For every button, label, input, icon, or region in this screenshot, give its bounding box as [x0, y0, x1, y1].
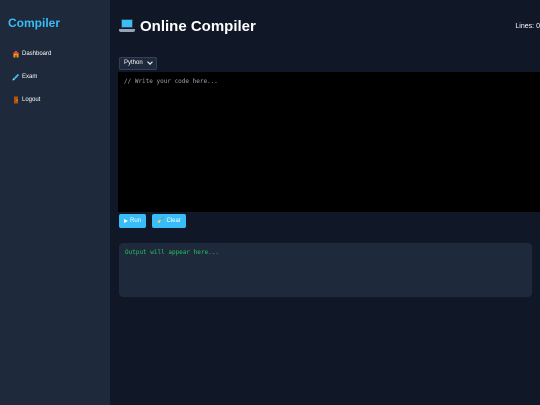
main-content: Online Compiler Lines: 0 Python Run 🧹 Cl…	[110, 0, 540, 405]
clear-button-label: Clear	[166, 217, 181, 224]
language-select[interactable]: Python	[119, 56, 157, 70]
broom-icon: 🧹	[157, 217, 165, 224]
sidebar-item-label: Logout	[22, 97, 41, 103]
line-counter-value: 0	[536, 22, 540, 30]
laptop-icon	[119, 19, 135, 33]
language-select-value: Python	[124, 60, 143, 66]
output-panel: Output will appear here...	[119, 242, 532, 297]
output-text: Output will appear here...	[125, 248, 219, 256]
title-wrap: Online Compiler	[119, 18, 256, 35]
chevron-down-icon	[146, 59, 153, 65]
door-icon	[12, 96, 20, 104]
app-root: Compiler Dashboard Exam Logout Online Co…	[0, 0, 540, 405]
house-icon	[12, 50, 20, 58]
line-counter: Lines: 0	[515, 23, 540, 30]
sidebar-item-exam[interactable]: Exam	[8, 70, 102, 84]
sidebar-item-label: Dashboard	[22, 51, 52, 57]
action-buttons: Run 🧹 Clear	[119, 213, 540, 228]
play-icon	[124, 218, 128, 223]
sidebar: Compiler Dashboard Exam Logout	[0, 0, 110, 405]
run-button-label: Run	[130, 217, 142, 224]
header: Online Compiler Lines: 0	[119, 16, 540, 36]
clear-button[interactable]: 🧹 Clear	[152, 213, 186, 228]
code-editor[interactable]	[118, 71, 540, 212]
pencil-icon	[12, 73, 20, 81]
sidebar-item-dashboard[interactable]: Dashboard	[8, 47, 102, 61]
line-counter-label: Lines:	[515, 22, 535, 30]
run-button[interactable]: Run	[119, 213, 147, 228]
sidebar-item-logout[interactable]: Logout	[8, 93, 102, 107]
sidebar-item-label: Exam	[22, 74, 38, 80]
brand-title: Compiler	[8, 16, 61, 30]
page-title: Online Compiler	[140, 17, 256, 35]
